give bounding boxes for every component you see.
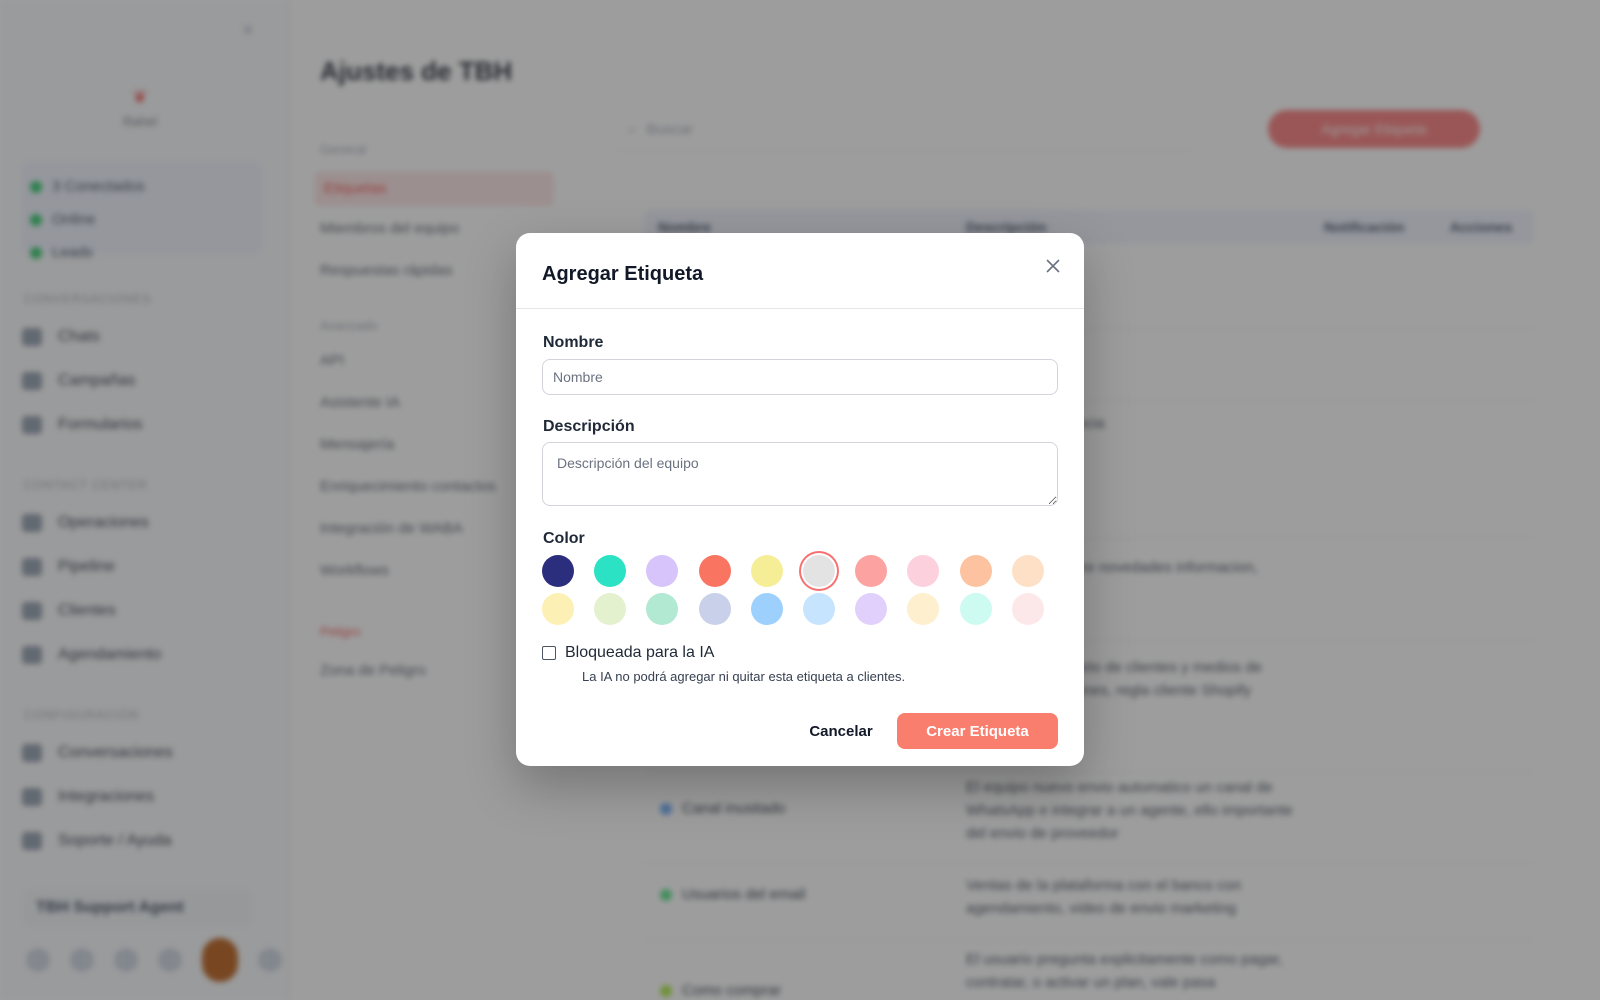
create-tag-button[interactable]: Crear Etiqueta [897,713,1058,749]
color-swatch[interactable] [698,593,731,625]
color-swatch[interactable] [959,555,992,587]
color-swatch[interactable] [802,593,835,625]
color-swatch[interactable] [907,555,940,587]
color-swatch[interactable] [802,555,835,587]
color-swatch[interactable] [855,555,888,587]
color-swatch[interactable] [1011,555,1044,587]
color-swatch[interactable] [750,555,783,587]
close-button[interactable] [1042,255,1064,277]
close-icon [1046,259,1060,273]
color-swatch[interactable] [542,555,574,587]
color-swatch[interactable] [750,593,783,625]
color-palette [542,555,1052,625]
ai-lock-label: Bloqueada para la IA [565,644,715,661]
ai-lock-help-text: La IA no podrá agregar ni quitar esta et… [582,669,906,684]
dialog-title: Agregar Etiqueta [542,263,704,285]
ai-lock-checkbox[interactable] [542,646,556,660]
ai-lock-checkbox-row[interactable]: Bloqueada para la IA [542,644,714,662]
dialog-header: Agregar Etiqueta [516,233,1084,309]
color-swatch[interactable] [646,593,679,625]
color-swatch[interactable] [1011,593,1044,625]
color-swatch[interactable] [855,593,888,625]
color-label: Color [543,530,585,547]
description-label: Descripción [543,418,635,435]
color-swatch[interactable] [594,593,627,625]
cancel-button[interactable]: Cancelar [786,713,896,749]
add-tag-dialog: Agregar Etiqueta Nombre Descripción Colo… [516,233,1084,766]
name-input[interactable] [542,359,1058,395]
color-swatch[interactable] [698,555,731,587]
description-textarea[interactable] [542,442,1058,506]
color-swatch[interactable] [646,555,679,587]
color-swatch[interactable] [959,593,992,625]
color-swatch[interactable] [594,555,627,587]
color-swatch[interactable] [907,593,940,625]
name-label: Nombre [543,334,604,351]
color-swatch[interactable] [542,593,574,625]
